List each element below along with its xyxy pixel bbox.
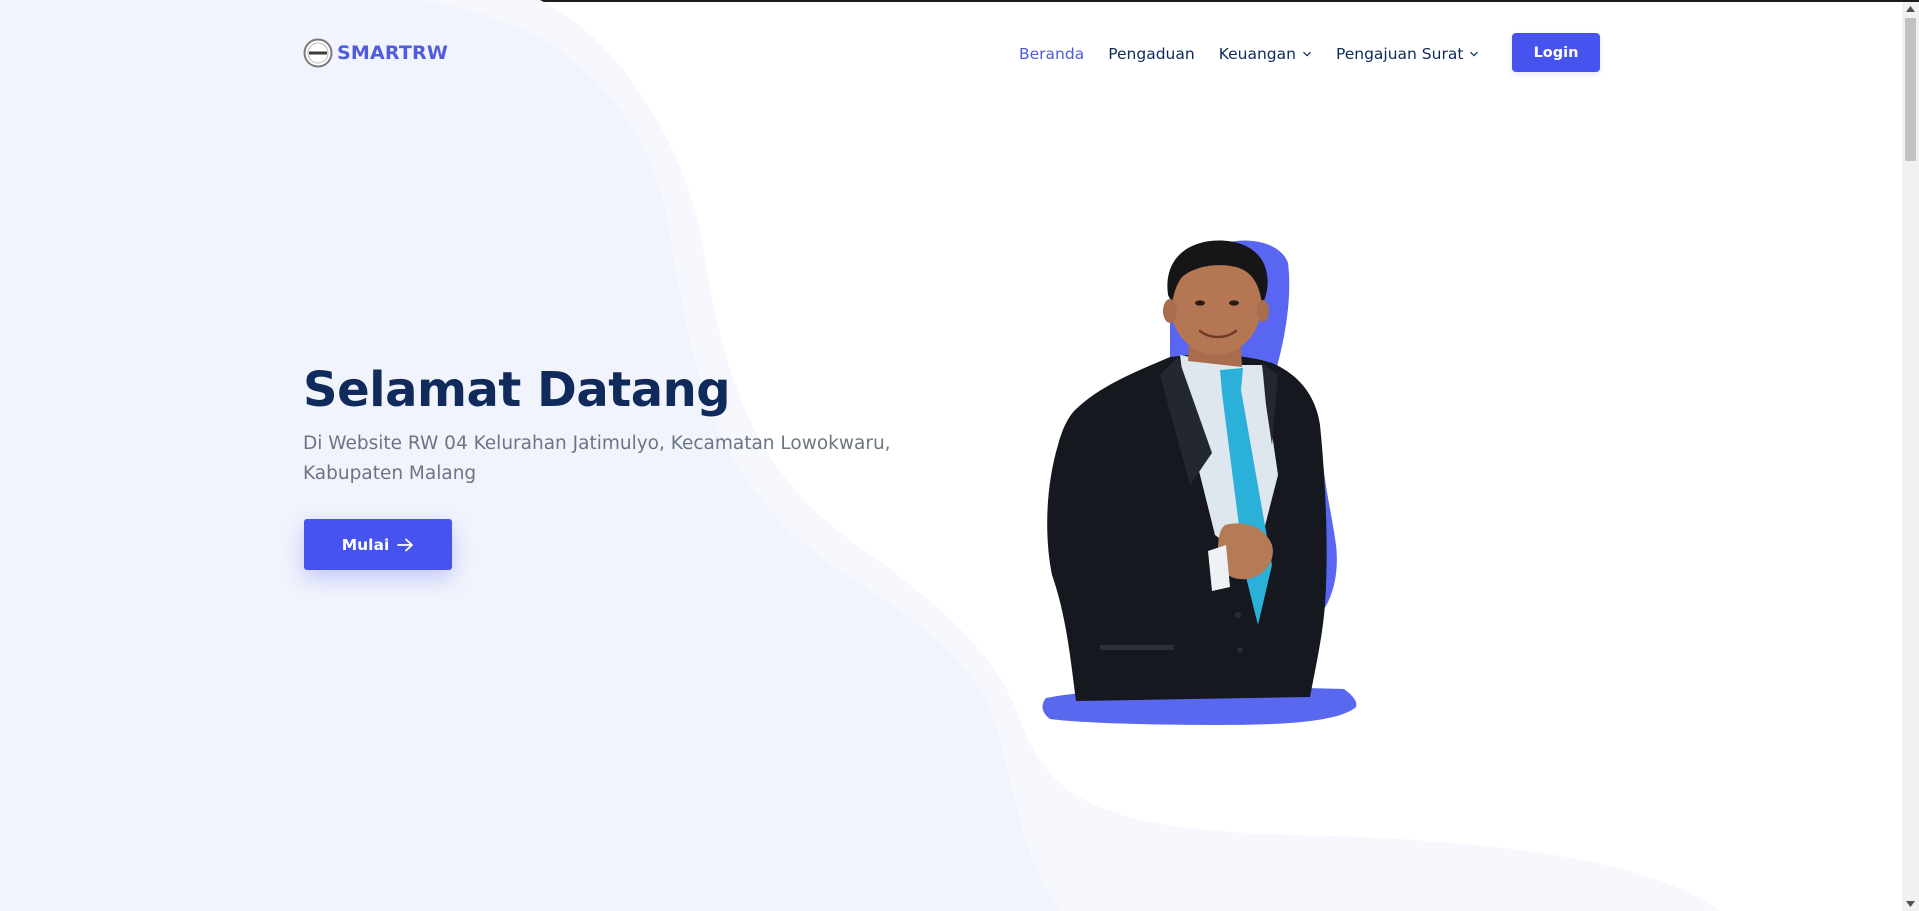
- community-seal-logo-icon: [303, 38, 333, 68]
- hero-subtitle: Di Website RW 04 Kelurahan Jatimulyo, Ke…: [303, 433, 891, 484]
- nav-item-pengaduan[interactable]: Pengaduan: [1108, 45, 1194, 63]
- mulai-button-label: Mulai: [341, 535, 390, 554]
- right-ear: [1257, 300, 1269, 322]
- nav-item-pengajuan-surat[interactable]: Pengajuan Surat: [1336, 45, 1479, 63]
- brand-link[interactable]: SMARTRW: [303, 36, 448, 70]
- hero-title: Selamat Datang: [303, 362, 731, 418]
- page: SMARTRW Beranda Pengaduan Keuangan Penga…: [0, 0, 1919, 911]
- nav-item-label: Keuangan: [1218, 45, 1296, 63]
- site-header: SMARTRW Beranda Pengaduan Keuangan Penga…: [0, 2, 1902, 102]
- nav-item-label: Pengajuan Surat: [1335, 45, 1464, 63]
- login-button[interactable]: Login: [1512, 33, 1600, 72]
- chevron-down-icon: [1303, 51, 1311, 57]
- jacket-pocket: [1100, 645, 1174, 650]
- nav-item-label: Pengaduan: [1108, 45, 1195, 63]
- left-eye: [1195, 300, 1205, 306]
- brand-name: SMARTRW: [337, 42, 449, 64]
- background-waves: [0, 0, 1720, 911]
- chevron-down-icon: [1470, 51, 1479, 57]
- jacket-button: [1237, 647, 1243, 653]
- left-ear: [1163, 299, 1177, 323]
- right-eye: [1229, 300, 1239, 306]
- jacket-button: [1235, 612, 1241, 618]
- mulai-button[interactable]: Mulai: [304, 519, 452, 570]
- vertical-scrollbar[interactable]: [1902, 2, 1919, 911]
- hero-portrait-image: [1042, 240, 1357, 725]
- nav-item-label: Beranda: [1019, 45, 1085, 63]
- nav-item-beranda[interactable]: Beranda: [1019, 45, 1084, 63]
- nav-item-keuangan[interactable]: Keuangan: [1219, 45, 1312, 63]
- scroll-down-arrow-icon[interactable]: [1902, 897, 1919, 911]
- scrollbar-thumb[interactable]: [1905, 18, 1916, 161]
- arrow-right-icon: [397, 538, 414, 551]
- scroll-up-arrow-icon[interactable]: [1902, 2, 1919, 16]
- main-navigation: Beranda Pengaduan Keuangan Pengajuan Sur…: [1019, 34, 1503, 74]
